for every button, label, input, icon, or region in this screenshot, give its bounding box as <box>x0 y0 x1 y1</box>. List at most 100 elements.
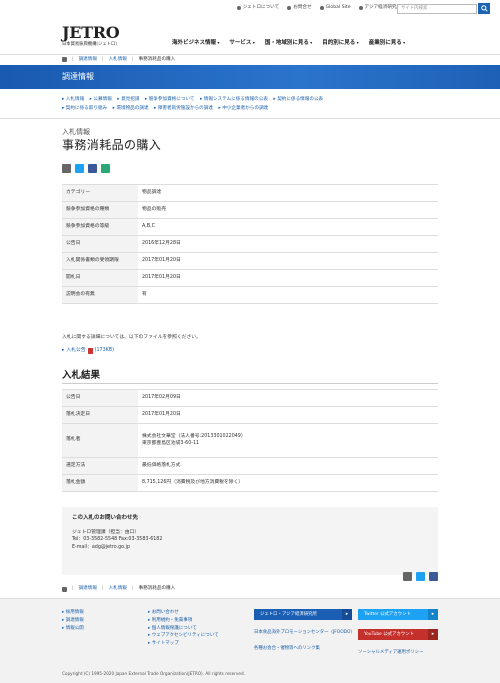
breadcrumb-separator: | <box>131 56 134 62</box>
share-buttons-bottom <box>403 572 438 581</box>
print-icon[interactable] <box>403 572 412 581</box>
table-row: 競争参加資格の種類 物品の販売 <box>62 201 438 219</box>
top-link-label[interactable]: Global Site <box>326 5 351 11</box>
row-value: A,B,C <box>138 218 438 236</box>
sub-nav: 入札情報 公募情報 意見招請 競争参加資格について 情報システムに係る情報の公表… <box>62 95 442 113</box>
nav-by-industry[interactable]: 産業別に見る <box>369 40 405 47</box>
search-input[interactable]: サイト内検索 <box>397 3 477 14</box>
contact-line: Tel：03-3582-5548 Fax:03-3583-6182 <box>72 537 163 543</box>
row-value: 物品調達 <box>138 184 438 202</box>
twitter-button-label[interactable]: Twitter 公式アカウント <box>364 612 411 618</box>
subnav-item[interactable]: 情報システムに係る情報の公表 <box>200 97 268 102</box>
top-link-contact[interactable]: お問合せ <box>287 5 312 11</box>
ide-button[interactable]: ジェトロ・アジア経済研究所 ▸ <box>254 609 352 620</box>
result-heading: 入札結果 <box>62 370 101 381</box>
mail-icon <box>287 6 292 10</box>
home-icon[interactable] <box>62 586 67 592</box>
arrow-right-icon: ▸ <box>342 609 352 620</box>
top-link-about[interactable]: ジェトロについて <box>236 5 280 11</box>
line-icon[interactable] <box>101 164 110 173</box>
footer-link[interactable]: サイトマップ <box>148 640 219 648</box>
top-link-label[interactable]: お問合せ <box>293 5 311 11</box>
subnav-item[interactable]: 競争参加資格について <box>145 97 195 102</box>
nav-services[interactable]: サービス <box>229 40 254 47</box>
table-row: 選定方法 最低価格落札方式 <box>62 457 438 475</box>
twitter-icon[interactable] <box>75 164 84 173</box>
facebook-icon[interactable] <box>88 164 97 173</box>
logo-mark: JETRO <box>62 23 120 42</box>
section-title: 調達情報 <box>62 72 94 81</box>
row-value: 物品の販売 <box>138 201 438 219</box>
footer-link[interactable]: お問い合わせ <box>148 609 219 617</box>
top-link-label[interactable]: アジア経済研究所 <box>365 5 402 11</box>
top-link-global[interactable]: Global Site <box>319 5 351 11</box>
divider <box>0 118 500 119</box>
main-nav: 海外ビジネス情報 サービス 国・地域別に見る 目的別に見る 産業別に見る <box>172 40 405 47</box>
row-key: カテゴリー <box>62 184 138 202</box>
footer-link-events[interactable]: 各種お会合・催物等へのリンク集 <box>254 646 320 652</box>
breadcrumb: | 調達情報 | 入札情報 | 事務消耗品の購入 <box>0 54 500 64</box>
subnav-item[interactable]: 契約に係る取り組み <box>62 106 107 111</box>
top-link-label[interactable]: ジェトロについて <box>243 5 280 11</box>
category-label: 入札情報 <box>62 128 90 136</box>
row-value: 2017年01月20日 <box>138 406 438 424</box>
table-row: 競争参加資格の等級 A,B,C <box>62 218 438 236</box>
breadcrumb-bottom: | 調達情報 | 入札情報 | 事務消耗品の購入 <box>0 583 500 595</box>
site-header: JETRO 日本貿易振興機構(ジェトロ) 海外ビジネス情報 サービス 国・地域別… <box>0 20 500 54</box>
youtube-button[interactable]: YouTube 公式アカウント ▸ <box>358 629 438 640</box>
subnav-item[interactable]: 環境物品の調達 <box>113 106 149 111</box>
breadcrumb-separator: | <box>101 56 104 62</box>
breadcrumb-procurement[interactable]: 調達情報 <box>79 57 97 63</box>
row-key: 選定方法 <box>62 457 138 475</box>
subnav-item[interactable]: 公募情報 <box>90 97 112 102</box>
footer-link[interactable]: 個人情報保護について <box>148 625 219 633</box>
row-key: 競争参加資格の種類 <box>62 201 138 219</box>
jetro-logo[interactable]: JETRO 日本貿易振興機構(ジェトロ) <box>62 23 120 48</box>
breadcrumb-bidding[interactable]: 入札情報 <box>109 586 127 592</box>
print-icon[interactable] <box>62 164 71 173</box>
attachment-label[interactable]: 入札公告 <box>66 348 85 354</box>
attachment-link[interactable]: ▸ 入札公告 (173KB) <box>62 348 114 355</box>
row-key: 公告日 <box>62 389 138 407</box>
footer-link[interactable]: 利用規約・免責事項 <box>148 617 219 625</box>
footer-link[interactable]: 調達情報 <box>62 617 84 625</box>
table-row: 説明会の有無有 <box>62 286 438 304</box>
search-button[interactable] <box>478 3 490 14</box>
bullet-icon: ▸ <box>62 348 65 353</box>
nav-by-region[interactable]: 国・地域別に見る <box>265 40 312 47</box>
circle-icon <box>358 6 363 10</box>
contact-line: E-mail：adg@jetro.go.jp <box>72 544 130 550</box>
breadcrumb-procurement[interactable]: 調達情報 <box>79 586 97 592</box>
home-icon[interactable] <box>62 57 67 62</box>
row-key: 競争参加資格の等級 <box>62 218 138 236</box>
footer-link[interactable]: ウェブアクセシビリティについて <box>148 632 219 640</box>
subnav-item[interactable]: 入札情報 <box>62 97 84 102</box>
winner-address: 東京都豊島区池袋3-60-11 <box>142 440 200 446</box>
twitter-button[interactable]: Twitter 公式アカウント ▸ <box>358 609 438 620</box>
twitter-icon[interactable] <box>416 572 425 581</box>
breadcrumb-separator: | <box>72 56 74 62</box>
row-key: 落札決定日 <box>62 406 138 424</box>
row-value: 2017年01月20日 <box>138 252 438 270</box>
nav-by-purpose[interactable]: 目的別に見る <box>322 40 358 47</box>
breadcrumb-bidding[interactable]: 入札情報 <box>109 57 127 63</box>
ide-button-label[interactable]: ジェトロ・アジア経済研究所 <box>260 612 317 618</box>
youtube-button-label[interactable]: YouTube 公式アカウント <box>364 632 414 638</box>
detail-note: 入札に関する詳細については、以下のファイルを参照ください。 <box>62 335 201 340</box>
subnav-item[interactable]: 中小企業者からの調達 <box>218 106 268 111</box>
pdf-icon <box>87 348 93 355</box>
row-value: 最低価格落札方式 <box>138 457 438 475</box>
page-title: 事務消耗品の購入 <box>62 138 162 152</box>
breadcrumb-current: 事務消耗品の購入 <box>138 586 176 592</box>
footer-link[interactable]: 情報公開 <box>62 625 84 633</box>
top-link-ide[interactable]: アジア経済研究所 <box>358 5 402 11</box>
footer-link-social-policy[interactable]: ソーシャルメディア運用ポリシー <box>358 650 423 656</box>
subnav-item[interactable]: 契約に係る情報の公表 <box>273 97 323 102</box>
result-table: 公告日 2017年02月09日 落札決定日 2017年01月20日 落札者 株式会社文… <box>62 389 438 492</box>
footer-link-jfoodo[interactable]: 日本食品海外プロモーションセンター（JFOODO） <box>254 630 374 636</box>
facebook-icon[interactable] <box>429 572 438 581</box>
subnav-item[interactable]: 意見招請 <box>117 97 139 102</box>
footer-link[interactable]: 採用情報 <box>62 609 84 617</box>
subnav-item[interactable]: 障害者就労施設からの調達 <box>154 106 213 111</box>
nav-overseas-business[interactable]: 海外ビジネス情報 <box>172 40 219 47</box>
